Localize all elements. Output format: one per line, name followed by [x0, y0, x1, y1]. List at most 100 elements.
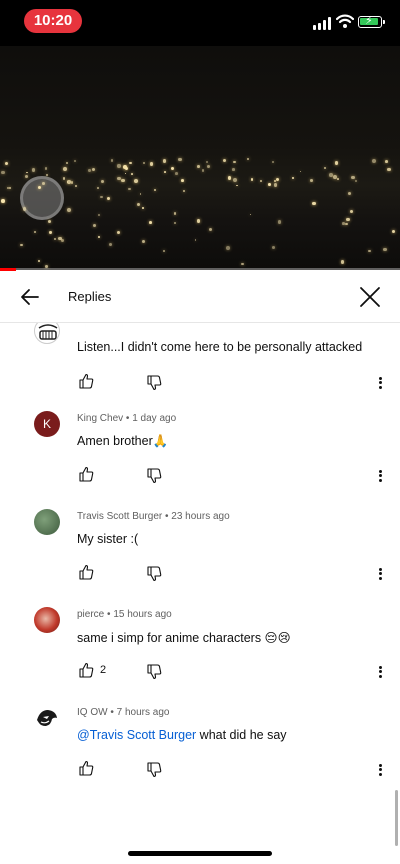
more-vertical-icon[interactable]: [374, 762, 386, 778]
city-light: [5, 161, 9, 166]
city-light: [74, 184, 78, 188]
replies-header: Replies: [0, 271, 400, 323]
city-light: [241, 262, 244, 266]
city-light: [273, 183, 278, 188]
comment-meta: King Chev • 1 day ago: [77, 413, 177, 424]
city-light: [63, 166, 67, 171]
city-light: [88, 169, 91, 172]
city-light: [271, 245, 275, 249]
city-light: [337, 178, 339, 180]
city-light: [180, 178, 184, 182]
avatar[interactable]: K: [34, 411, 60, 437]
city-light: [291, 177, 295, 180]
city-light: [141, 239, 145, 244]
city-light: [22, 207, 27, 211]
city-light: [66, 162, 69, 165]
thumbs-up-icon[interactable]: [78, 760, 94, 776]
thumbs-down-icon[interactable]: [146, 375, 162, 391]
city-light: [342, 221, 345, 225]
comment-text: same i simp for anime characters 😔😢: [77, 631, 291, 645]
header-title: Replies: [68, 289, 112, 304]
reply-comment: Travis Scott Burger • 23 hours ago My si…: [0, 499, 400, 597]
scrollbar[interactable]: [395, 790, 398, 846]
city-light: [368, 249, 371, 252]
city-light: [45, 173, 48, 176]
city-light: [98, 235, 101, 238]
mention-link[interactable]: @Travis Scott Burger: [77, 728, 196, 742]
thumbs-down-icon[interactable]: [146, 664, 162, 680]
city-light: [194, 238, 197, 241]
city-light: [201, 169, 205, 172]
city-light: [334, 161, 339, 165]
comment-author[interactable]: pierce: [77, 609, 104, 620]
comment-time: 23 hours ago: [171, 511, 230, 522]
thumbs-down-icon[interactable]: [146, 468, 162, 484]
city-light: [247, 158, 249, 160]
city-light: [117, 176, 121, 181]
city-light: [205, 160, 208, 163]
city-light: [100, 195, 104, 199]
status-time: 10:20: [24, 9, 82, 33]
city-light: [31, 167, 36, 172]
city-light: [340, 260, 345, 264]
city-light: [1, 170, 5, 174]
battery-icon: ⚡: [358, 14, 385, 28]
city-light: [249, 213, 252, 216]
city-light: [312, 201, 316, 205]
city-light: [117, 164, 121, 168]
city-light: [260, 179, 263, 182]
city-light: [231, 168, 235, 171]
city-light: [227, 176, 232, 180]
city-light: [47, 219, 52, 224]
comment-author[interactable]: Travis Scott Burger: [77, 511, 162, 522]
city-light: [101, 179, 105, 183]
more-vertical-icon[interactable]: [374, 664, 386, 680]
city-light: [44, 167, 47, 170]
city-light: [142, 207, 144, 210]
thumbs-down-icon[interactable]: [146, 762, 162, 778]
comment-author[interactable]: IQ OW: [77, 707, 108, 718]
city-light: [272, 160, 275, 163]
city-light: [149, 221, 153, 224]
comment-author[interactable]: King Chev: [77, 413, 123, 424]
avatar[interactable]: [34, 607, 60, 633]
city-light: [235, 184, 238, 187]
city-light: [154, 188, 156, 191]
thumbs-up-icon[interactable]: [78, 373, 94, 389]
avatar[interactable]: [34, 509, 60, 535]
comment-meta: Travis Scott Burger • 23 hours ago: [77, 511, 230, 522]
city-light: [62, 176, 66, 180]
city-light: [139, 193, 142, 195]
more-vertical-icon[interactable]: [374, 468, 386, 484]
avatar[interactable]: [34, 705, 60, 731]
city-light: [299, 170, 302, 173]
city-light: [387, 167, 391, 172]
city-light: [383, 247, 388, 252]
reply-comment: pierce • 15 hours ago same i simp for an…: [0, 597, 400, 695]
comment-meta: IQ OW • 7 hours ago: [77, 707, 170, 718]
avatar[interactable]: [34, 323, 60, 344]
video-player[interactable]: [0, 46, 400, 270]
replies-list[interactable]: Listen...I didn't come here to be person…: [0, 323, 400, 820]
city-light: [53, 238, 56, 241]
back-arrow-icon[interactable]: [16, 283, 44, 311]
city-light: [345, 222, 349, 226]
thumbs-up-icon[interactable]: [78, 564, 94, 580]
city-light: [348, 192, 351, 196]
more-vertical-icon[interactable]: [374, 375, 386, 391]
city-light: [223, 158, 227, 163]
city-light: [208, 228, 212, 232]
comment-text: Amen brother🙏: [77, 434, 169, 448]
thumbs-up-icon[interactable]: [78, 466, 94, 482]
thumbs-up-icon[interactable]: [78, 662, 94, 678]
home-indicator[interactable]: [128, 851, 272, 856]
reply-comment: IQ OW • 7 hours ago @Travis Scott Burger…: [0, 695, 400, 793]
city-light: [268, 183, 272, 187]
city-light: [332, 174, 337, 179]
more-vertical-icon[interactable]: [374, 566, 386, 582]
thumbs-down-icon[interactable]: [146, 566, 162, 582]
city-light: [173, 222, 177, 225]
city-light: [277, 220, 281, 224]
close-icon[interactable]: [356, 283, 384, 311]
city-light: [57, 236, 62, 241]
